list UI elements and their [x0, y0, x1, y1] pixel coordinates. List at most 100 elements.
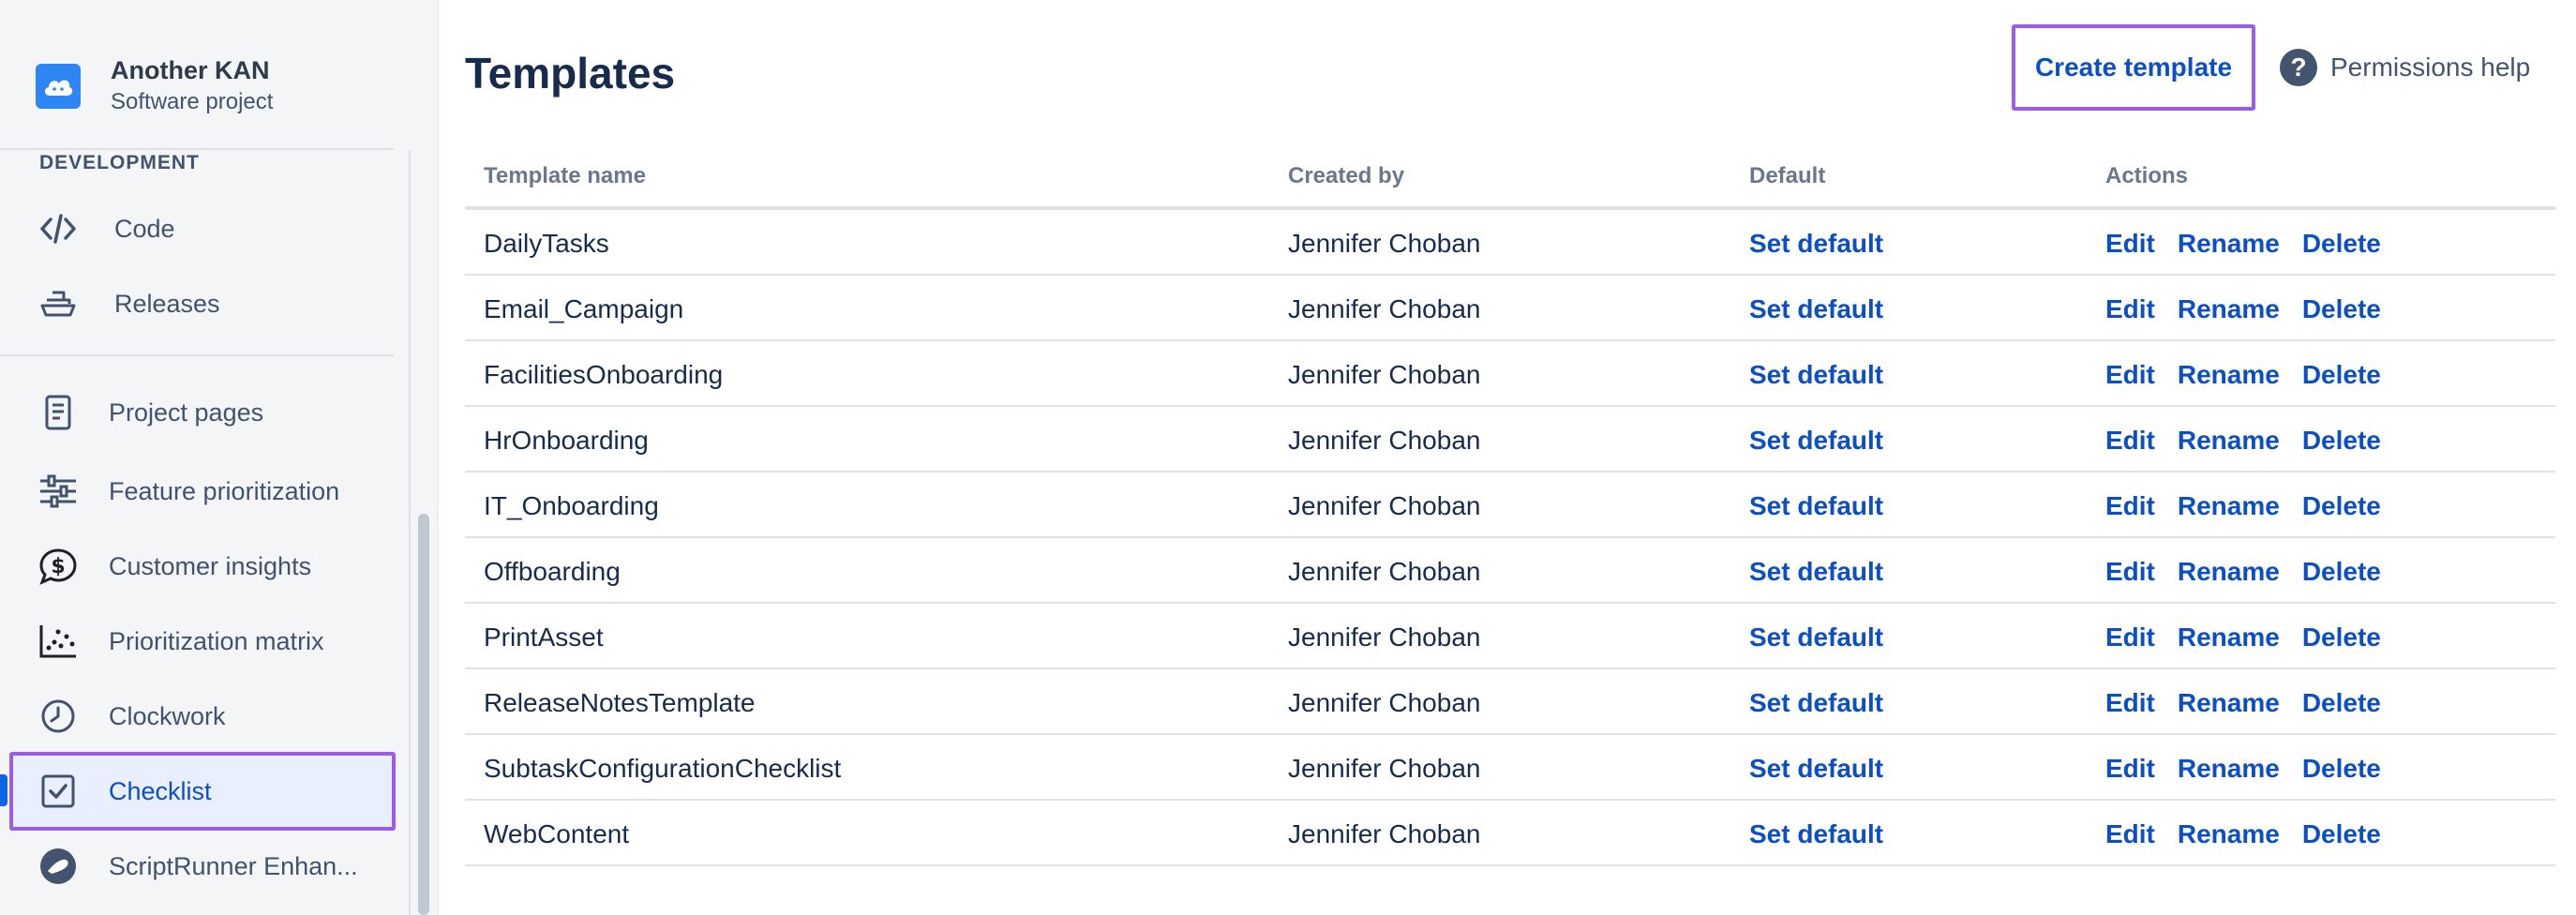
page-icon — [37, 392, 79, 433]
column-header-default: Default — [1749, 163, 1826, 188]
template-name: DailyTasks — [484, 229, 609, 258]
sidebar-item-feature-prioritization[interactable]: Feature prioritization — [9, 452, 396, 531]
sidebar-item-label: Customer insights — [109, 551, 312, 580]
rename-link[interactable]: Rename — [2178, 360, 2280, 390]
sliders-icon — [37, 471, 79, 512]
table-row: Email_Campaign Jennifer Choban Set default… — [465, 276, 2555, 341]
table-row: DailyTasks Jennifer Choban Set default Edit… — [465, 210, 2555, 276]
row-actions: Edit Rename Delete — [2105, 557, 2381, 587]
sidebar-scroll-track — [409, 150, 411, 915]
created-by: Jennifer Choban — [1288, 491, 1481, 520]
template-name: PrintAsset — [484, 622, 604, 652]
edit-link[interactable]: Edit — [2105, 491, 2155, 521]
row-actions: Edit Rename Delete — [2105, 426, 2381, 456]
row-actions: Edit Rename Delete — [2105, 360, 2381, 390]
edit-link[interactable]: Edit — [2105, 426, 2155, 456]
sidebar-item-label: Code — [114, 214, 175, 243]
sidebar-item-label: Feature prioritization — [109, 476, 340, 505]
created-by: Jennifer Choban — [1288, 688, 1481, 717]
sidebar: Another KAN Software project DEVELOPMENT… — [0, 0, 439, 915]
dollar-chat-icon: $ — [37, 546, 79, 587]
rename-link[interactable]: Rename — [2178, 557, 2280, 587]
edit-link[interactable]: Edit — [2105, 754, 2155, 784]
permissions-help-link[interactable]: ? Permissions help — [2280, 49, 2530, 86]
sidebar-item-customer-insights[interactable]: $ Customer insights — [9, 527, 396, 606]
project-header[interactable]: Another KAN Software project — [36, 54, 273, 118]
delete-link[interactable]: Delete — [2302, 491, 2381, 521]
column-header-created-by: Created by — [1288, 163, 1405, 188]
page-title: Templates — [465, 49, 676, 98]
divider — [0, 148, 394, 150]
sidebar-item-checklist[interactable]: Checklist — [9, 752, 396, 831]
table-row: IT_Onboarding Jennifer Choban Set default E… — [465, 472, 2555, 538]
rename-link[interactable]: Rename — [2178, 426, 2280, 456]
row-actions: Edit Rename Delete — [2105, 754, 2381, 784]
sidebar-item-code[interactable]: Code — [9, 189, 396, 268]
rename-link[interactable]: Rename — [2178, 491, 2280, 521]
rename-link[interactable]: Rename — [2178, 229, 2280, 259]
rename-link[interactable]: Rename — [2178, 622, 2280, 652]
created-by: Jennifer Choban — [1288, 426, 1481, 455]
row-actions: Edit Rename Delete — [2105, 491, 2381, 521]
set-default-link[interactable]: Set default — [1749, 622, 1883, 652]
edit-link[interactable]: Edit — [2105, 229, 2155, 259]
sidebar-scrollbar[interactable] — [418, 514, 429, 915]
svg-text:$: $ — [51, 555, 65, 578]
delete-link[interactable]: Delete — [2302, 688, 2381, 718]
set-default-link[interactable]: Set default — [1749, 819, 1883, 849]
delete-link[interactable]: Delete — [2302, 229, 2381, 259]
sidebar-item-prioritization-matrix[interactable]: Prioritization matrix — [9, 602, 396, 681]
edit-link[interactable]: Edit — [2105, 557, 2155, 587]
templates-table: Template name Created by Default Actions… — [465, 144, 2555, 866]
column-header-template-name: Template name — [484, 163, 646, 188]
edit-link[interactable]: Edit — [2105, 688, 2155, 718]
edit-link[interactable]: Edit — [2105, 360, 2155, 390]
row-actions: Edit Rename Delete — [2105, 819, 2381, 849]
set-default-link[interactable]: Set default — [1749, 557, 1883, 587]
set-default-link[interactable]: Set default — [1749, 426, 1883, 456]
delete-link[interactable]: Delete — [2302, 819, 2381, 849]
edit-link[interactable]: Edit — [2105, 622, 2155, 652]
delete-link[interactable]: Delete — [2302, 360, 2381, 390]
sidebar-item-scriptrunner[interactable]: ScriptRunner Enhan... — [9, 827, 396, 906]
template-name: Offboarding — [484, 557, 621, 586]
set-default-link[interactable]: Set default — [1749, 229, 1883, 259]
delete-link[interactable]: Delete — [2302, 754, 2381, 784]
sidebar-item-label: Releases — [114, 289, 220, 318]
sidebar-item-project-pages[interactable]: Project pages — [9, 373, 396, 452]
template-name: HrOnboarding — [484, 426, 649, 455]
rename-link[interactable]: Rename — [2178, 294, 2280, 324]
created-by: Jennifer Choban — [1288, 557, 1481, 586]
created-by: Jennifer Choban — [1288, 229, 1481, 258]
set-default-link[interactable]: Set default — [1749, 688, 1883, 718]
sidebar-item-label: ScriptRunner Enhan... — [109, 851, 358, 880]
rename-link[interactable]: Rename — [2178, 819, 2280, 849]
delete-link[interactable]: Delete — [2302, 622, 2381, 652]
rename-link[interactable]: Rename — [2178, 754, 2280, 784]
sidebar-item-clockwork[interactable]: Clockwork — [9, 677, 396, 756]
set-default-link[interactable]: Set default — [1749, 754, 1883, 784]
set-default-link[interactable]: Set default — [1749, 491, 1883, 521]
set-default-link[interactable]: Set default — [1749, 360, 1883, 390]
rename-link[interactable]: Rename — [2178, 688, 2280, 718]
table-row: PrintAsset Jennifer Choban Set default Edit… — [465, 604, 2555, 669]
edit-link[interactable]: Edit — [2105, 294, 2155, 324]
table-row: ReleaseNotesTemplate Jennifer Choban Set d… — [465, 669, 2555, 735]
delete-link[interactable]: Delete — [2302, 557, 2381, 587]
edit-link[interactable]: Edit — [2105, 819, 2155, 849]
created-by: Jennifer Choban — [1288, 294, 1481, 323]
permissions-help-label: Permissions help — [2330, 52, 2531, 82]
section-header-development: DEVELOPMENT — [39, 152, 200, 173]
code-icon — [37, 208, 79, 249]
row-actions: Edit Rename Delete — [2105, 622, 2381, 652]
scatter-icon — [37, 621, 79, 662]
sidebar-item-label: Project pages — [109, 398, 264, 427]
delete-link[interactable]: Delete — [2302, 294, 2381, 324]
table-row: Offboarding Jennifer Choban Set default Edi… — [465, 538, 2555, 604]
divider — [0, 354, 394, 356]
set-default-link[interactable]: Set default — [1749, 294, 1883, 324]
delete-link[interactable]: Delete — [2302, 426, 2381, 456]
create-template-button[interactable]: Create template — [2012, 24, 2255, 111]
sidebar-item-releases[interactable]: Releases — [9, 264, 396, 343]
ship-icon — [37, 283, 79, 324]
